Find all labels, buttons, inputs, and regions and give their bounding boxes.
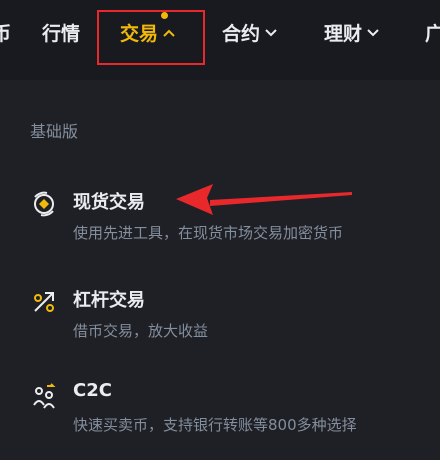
- nav-item-more[interactable]: 广: [425, 0, 440, 64]
- nav-item-futures[interactable]: 合约: [222, 0, 278, 64]
- nav-item-trade[interactable]: 交易: [120, 0, 176, 64]
- nav-item-earn[interactable]: 理财: [324, 0, 380, 64]
- nav-item-label: 广: [425, 22, 440, 45]
- menu-item-title: C2C: [73, 380, 112, 401]
- chevron-down-icon: [366, 21, 380, 43]
- nav-item-currency[interactable]: 币: [0, 0, 11, 64]
- menu-item-c2c[interactable]: C2C 快速买卖币，支持银行转账等800多种选择: [0, 380, 440, 450]
- menu-item-description: 使用先进工具，在现货市场交易加密货币: [73, 224, 344, 242]
- c2c-icon: [31, 383, 57, 409]
- nav-item-label: 行情: [42, 22, 81, 45]
- menu-item-description: 借币交易，放大收益: [73, 322, 209, 340]
- section-label: 基础版: [30, 122, 79, 141]
- nav-item-label: 合约: [222, 22, 261, 45]
- nav-item-label: 币: [0, 22, 12, 45]
- spot-trade-icon: [31, 191, 57, 217]
- menu-item-description: 快速买卖币，支持银行转账等800多种选择: [73, 416, 357, 434]
- nav-item-label: 理财: [324, 22, 363, 45]
- margin-trade-icon: [31, 289, 57, 315]
- top-nav: 币 行情 交易 合约 理财 广: [0, 0, 440, 80]
- notification-dot: [161, 12, 168, 19]
- chevron-up-icon: [162, 21, 176, 43]
- chevron-down-icon: [264, 21, 278, 43]
- menu-item-spot-trade[interactable]: 现货交易 使用先进工具，在现货市场交易加密货币: [0, 188, 440, 258]
- menu-item-title: 杠杆交易: [73, 290, 145, 311]
- menu-item-margin-trade[interactable]: 杠杆交易 借币交易，放大收益: [0, 286, 440, 356]
- menu-item-title: 现货交易: [73, 192, 145, 213]
- nav-item-markets[interactable]: 行情: [42, 0, 80, 64]
- page-root: 币 行情 交易 合约 理财 广 基础版 现货交易 使用先进工具，在现货市场交易加…: [0, 0, 440, 460]
- nav-item-label: 交易: [120, 22, 159, 45]
